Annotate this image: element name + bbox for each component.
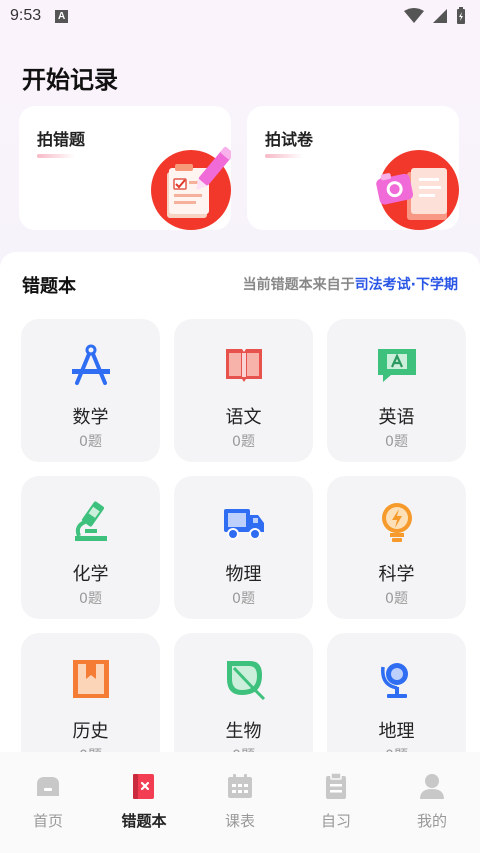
source-prefix: 当前错题本来自于 bbox=[242, 277, 355, 293]
tab-profile[interactable]: 我的 bbox=[384, 772, 480, 831]
label-underline bbox=[37, 154, 75, 158]
status-bar: 9:53 A bbox=[0, 0, 480, 32]
subject-card-history[interactable]: 历史 0题 bbox=[21, 633, 160, 752]
subject-name: 化学 bbox=[72, 564, 109, 585]
signal-icon bbox=[433, 9, 447, 23]
bottom-tab-bar: 首页 错题本 课表 自习 我的 bbox=[0, 752, 480, 853]
user-icon bbox=[420, 774, 444, 799]
subject-name: 生物 bbox=[225, 721, 262, 742]
subject-card-chinese[interactable]: 语文 0题 bbox=[174, 319, 313, 462]
mistake-book-source: 当前错题本来自于司法考试·下学期 bbox=[243, 274, 458, 294]
tab-label: 课表 bbox=[224, 812, 255, 830]
subject-count: 0题 bbox=[79, 591, 102, 607]
home-icon bbox=[37, 777, 59, 796]
status-time: 9:53 bbox=[10, 7, 42, 24]
subject-name: 科学 bbox=[378, 564, 415, 585]
capture-mistake-label: 拍错题 bbox=[37, 130, 86, 149]
notebook-icon bbox=[133, 774, 154, 799]
wifi-icon bbox=[404, 8, 424, 23]
tab-self-study[interactable]: 自习 bbox=[288, 772, 384, 831]
subject-count: 0题 bbox=[174, 745, 313, 752]
microscope-icon bbox=[75, 501, 107, 541]
source-link[interactable]: 司法考试·下学期 bbox=[355, 277, 458, 293]
subject-name: 物理 bbox=[225, 564, 262, 585]
tab-label: 错题本 bbox=[121, 812, 167, 830]
capture-mistake-card[interactable]: 拍错题 bbox=[19, 106, 231, 230]
tab-label: 我的 bbox=[416, 812, 447, 830]
capture-paper-label: 拍试卷 bbox=[265, 130, 314, 149]
label-underline bbox=[265, 154, 303, 158]
subject-card-biology[interactable]: 生物 0题 bbox=[174, 633, 313, 752]
subject-count: 0题 bbox=[79, 434, 102, 450]
subject-name: 历史 bbox=[72, 721, 109, 742]
capture-paper-card[interactable]: 拍试卷 bbox=[247, 106, 459, 230]
tab-home[interactable]: 首页 bbox=[0, 772, 96, 831]
subject-card-math[interactable]: 数学 0题 bbox=[21, 319, 160, 462]
mistake-book-panel: 错题本 当前错题本来自于司法考试·下学期 数学 0题 语文 0题 英语 0题 化… bbox=[0, 252, 480, 752]
chat-a-icon bbox=[378, 349, 416, 382]
globe-icon bbox=[381, 663, 408, 698]
subject-count: 0题 bbox=[327, 745, 466, 752]
subject-card-chemistry[interactable]: 化学 0题 bbox=[21, 476, 160, 619]
clipboard-icon bbox=[326, 772, 346, 799]
subject-name: 语文 bbox=[225, 407, 262, 428]
tab-mistake-book[interactable]: 错题本 bbox=[96, 772, 192, 831]
subject-name: 英语 bbox=[378, 407, 415, 428]
tab-schedule[interactable]: 课表 bbox=[192, 772, 288, 831]
mistake-book-title: 错题本 bbox=[22, 276, 76, 297]
calendar-icon bbox=[228, 774, 252, 798]
subject-count: 0题 bbox=[385, 591, 408, 607]
clipboard-check-icon bbox=[151, 147, 231, 230]
subject-name: 地理 bbox=[378, 721, 415, 742]
battery-icon bbox=[457, 7, 465, 24]
leaf-icon bbox=[227, 661, 266, 701]
compass-icon bbox=[72, 344, 110, 385]
tab-label: 自习 bbox=[320, 812, 351, 830]
subject-count: 0题 bbox=[232, 591, 255, 607]
book-icon bbox=[226, 349, 262, 382]
subject-card-science[interactable]: 科学 0题 bbox=[327, 476, 466, 619]
truck-icon bbox=[224, 509, 264, 540]
subject-count: 0题 bbox=[21, 745, 160, 752]
lightbulb-icon bbox=[382, 503, 412, 542]
subject-card-english[interactable]: 英语 0题 bbox=[327, 319, 466, 462]
page-title: 开始记录 bbox=[22, 66, 118, 94]
tab-label: 首页 bbox=[32, 812, 63, 830]
camera-paper-icon bbox=[376, 150, 459, 230]
status-icons bbox=[404, 7, 466, 25]
archive-icon bbox=[73, 660, 109, 698]
subject-card-physics[interactable]: 物理 0题 bbox=[174, 476, 313, 619]
subject-count: 0题 bbox=[385, 434, 408, 450]
subject-count: 0题 bbox=[232, 434, 255, 450]
subject-name: 数学 bbox=[72, 407, 109, 428]
subject-card-geography[interactable]: 地理 0题 bbox=[327, 633, 466, 752]
notification-a-icon: A bbox=[55, 9, 69, 23]
